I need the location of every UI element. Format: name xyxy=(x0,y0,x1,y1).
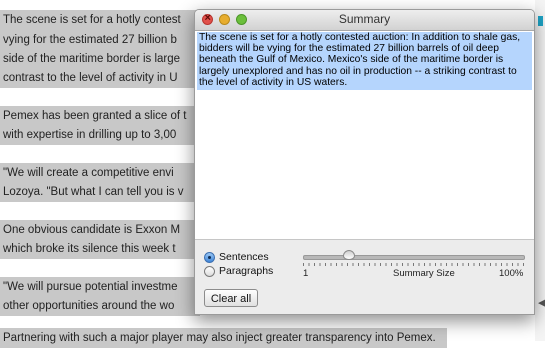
article-line: "We will pursue potential investme xyxy=(0,277,200,297)
scroll-marker xyxy=(538,16,543,26)
sentences-label: Sentences xyxy=(219,251,269,263)
sentences-option[interactable]: Sentences xyxy=(204,250,269,264)
article-line: Lozoya. "But what I can tell you is v xyxy=(0,182,200,202)
summary-window: Summary The scene is set for a hotly con… xyxy=(194,9,535,315)
article-line: vying for the estimated 27 billion b xyxy=(0,30,200,50)
article-line: The scene is set for a hotly contest xyxy=(0,10,200,30)
window-title: Summary xyxy=(338,12,391,26)
clear-all-button[interactable]: Clear all xyxy=(204,289,258,307)
article-line: "We will create a competitive envi xyxy=(0,163,200,183)
summary-size-label: Summary Size xyxy=(393,268,455,279)
summary-text[interactable]: The scene is set for a hotly contested a… xyxy=(197,32,532,91)
paragraphs-radio[interactable] xyxy=(204,265,215,277)
edge-glyph: ◀ xyxy=(538,297,545,309)
paragraphs-label: Paragraphs xyxy=(219,265,274,277)
summary-size-slider-knob[interactable] xyxy=(343,250,355,260)
article-line: Partnering with such a major player may … xyxy=(0,328,447,348)
article-line: with expertise in drilling up to 3,00 xyxy=(0,125,200,145)
article-line: contrast to the level of activity in U xyxy=(0,68,200,88)
background-window-edge xyxy=(535,0,545,341)
summary-size-slider[interactable] xyxy=(303,255,525,260)
article-line: Pemex has been granted a slice of t xyxy=(0,106,200,126)
title-bar[interactable]: Summary xyxy=(195,10,534,31)
sentences-radio[interactable] xyxy=(204,251,215,263)
article-line: One obvious candidate is Exxon M xyxy=(0,220,200,240)
paragraphs-option[interactable]: Paragraphs xyxy=(204,264,273,278)
summary-text-area[interactable]: The scene is set for a hotly contested a… xyxy=(195,31,534,240)
article-line: which broke its silence this week t xyxy=(0,239,200,259)
article-line: other opportunities around the wo xyxy=(0,296,200,316)
slider-ticks xyxy=(303,263,525,266)
article-line: side of the maritime border is large xyxy=(0,49,200,69)
slider-max-label: 100% xyxy=(499,268,524,279)
slider-min-label: 1 xyxy=(303,268,309,279)
